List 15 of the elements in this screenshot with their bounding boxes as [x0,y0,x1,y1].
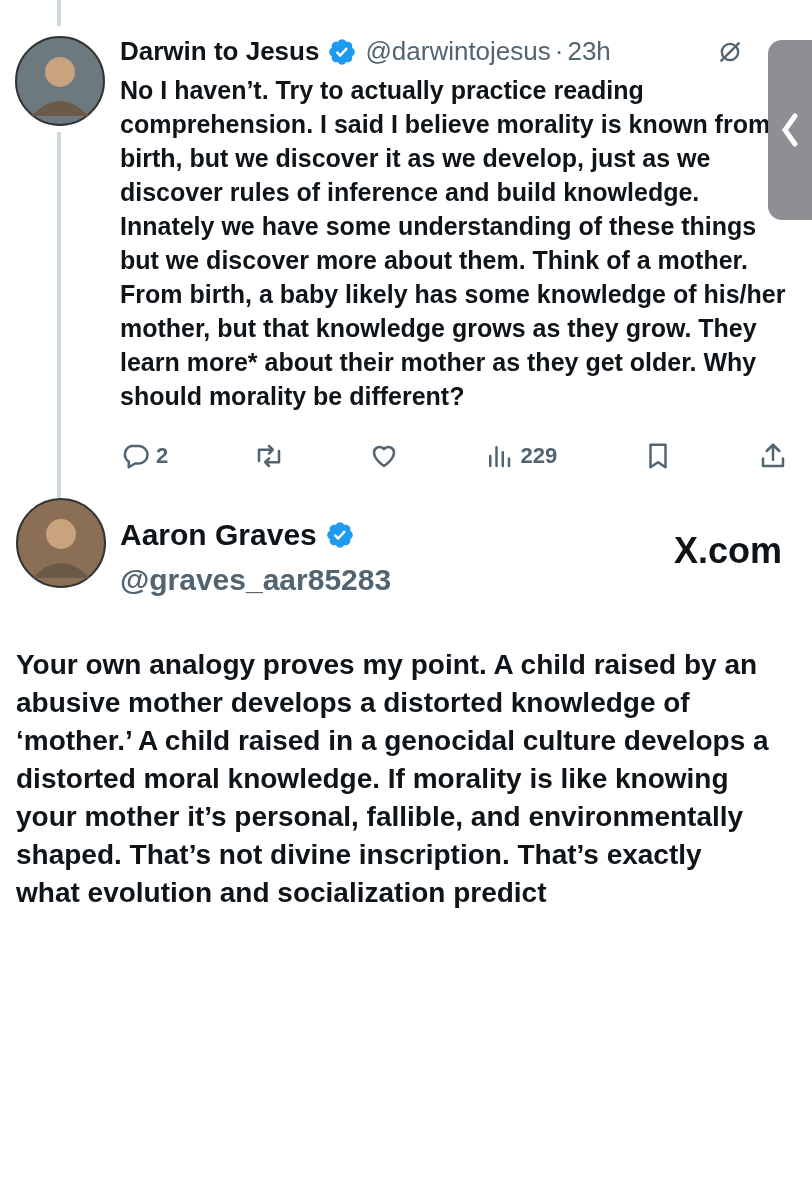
avatar-icon[interactable] [16,498,106,588]
avatar-icon[interactable] [15,36,105,126]
reply-button[interactable]: 2 [120,439,169,472]
chevron-left-icon [780,112,800,148]
post-time[interactable]: 23h [567,32,611,71]
views-button[interactable]: 229 [484,439,558,472]
author-name[interactable]: Aaron Graves [120,512,317,557]
side-pull-tab[interactable] [768,40,812,220]
author-handle[interactable]: @graves_aar85283 [120,557,392,602]
post-text: Your own analogy proves my point. A child raised by an abusive mother develops a distorted knowledge of ‘mother.’ A child raised in a genocidal culture develops a distorted moral knowledge. If morality is like knowing your mother it’s personal, fallible, and environmentally shaped. That’s not divine inscription. That’s exactly what evolution and socialization predict [15,648,770,910]
author-handle[interactable]: @darwintojesus [365,32,551,71]
post-text: No I haven’t. Try to actually practice reading comprehension. I said I believe morality is known from birth, but we discover it as we develop, just as we discover rules of inference and build knowledge. Innately we have some understanding of these things but we discover more about them. Think of a mother. From birth, a baby likely has some knowledge of his/her mother, but that knowledge grows as they grow. They learn more* about their mother as they get older. Why should morality be different? [120,75,787,412]
author-name[interactable]: Darwin to Jesus [120,32,320,71]
source-label: X.com [673,529,782,573]
separator-dot: · [554,35,564,68]
